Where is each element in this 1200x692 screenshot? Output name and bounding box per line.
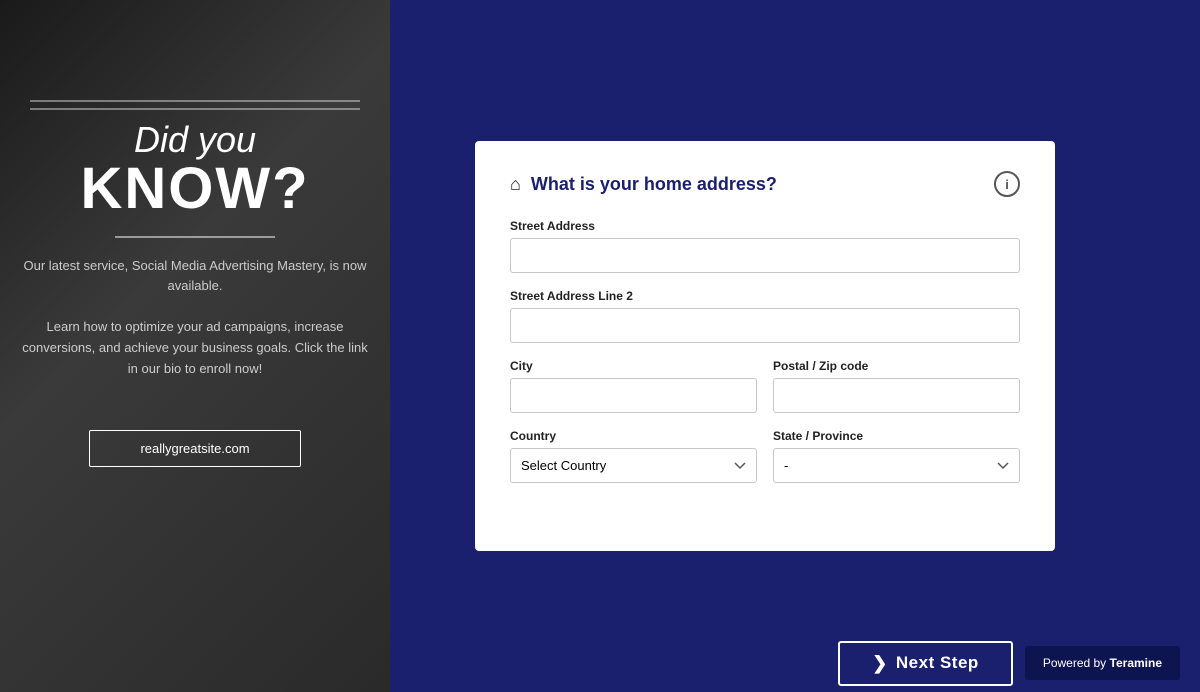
description-1: Our latest service, Social Media Adverti… <box>20 256 370 298</box>
country-label: Country <box>510 429 757 443</box>
right-panel: ⌂ What is your home address? i Street Ad… <box>390 0 1200 692</box>
city-field: City <box>510 359 757 413</box>
street-address-input[interactable] <box>510 238 1020 273</box>
street-address-line2-field: Street Address Line 2 <box>510 289 1020 343</box>
form-title-row: ⌂ What is your home address? <box>510 174 777 195</box>
decorative-lines <box>30 100 360 110</box>
left-panel: Did you KNOW? Our latest service, Social… <box>0 0 390 692</box>
country-select[interactable]: Select Country United States Canada Unit… <box>510 448 757 483</box>
form-header: ⌂ What is your home address? i <box>510 171 1020 197</box>
next-step-arrow-icon: ❯ <box>872 653 888 674</box>
country-field: Country Select Country United States Can… <box>510 429 757 483</box>
street-address-label: Street Address <box>510 219 1020 233</box>
street-address-line2-input[interactable] <box>510 308 1020 343</box>
description-2: Learn how to optimize your ad campaigns,… <box>20 317 370 379</box>
powered-by: Powered by Teramine <box>1025 646 1180 680</box>
city-label: City <box>510 359 757 373</box>
form-title: What is your home address? <box>531 174 777 195</box>
state-label: State / Province <box>773 429 1020 443</box>
country-state-row: Country Select Country United States Can… <box>510 429 1020 483</box>
postal-input[interactable] <box>773 378 1020 413</box>
know-text: KNOW? <box>20 160 370 218</box>
street-address-line2-label: Street Address Line 2 <box>510 289 1020 303</box>
powered-by-brand: Teramine <box>1110 656 1162 670</box>
postal-field: Postal / Zip code <box>773 359 1020 413</box>
street-address-field: Street Address <box>510 219 1020 273</box>
info-icon-label: i <box>1005 177 1009 192</box>
postal-label: Postal / Zip code <box>773 359 1020 373</box>
powered-by-prefix: Powered by <box>1043 656 1106 670</box>
info-icon[interactable]: i <box>994 171 1020 197</box>
city-input[interactable] <box>510 378 757 413</box>
website-button[interactable]: reallygreatsite.com <box>89 430 300 467</box>
home-icon: ⌂ <box>510 174 521 195</box>
bottom-bar: ❯ Next Step Powered by Teramine <box>390 634 1200 692</box>
divider <box>115 236 275 238</box>
form-card: ⌂ What is your home address? i Street Ad… <box>475 141 1055 551</box>
city-postal-row: City Postal / Zip code <box>510 359 1020 413</box>
state-field: State / Province - Alabama Alaska Arizon… <box>773 429 1020 483</box>
next-step-button[interactable]: ❯ Next Step <box>838 641 1013 686</box>
state-select[interactable]: - Alabama Alaska Arizona California Colo… <box>773 448 1020 483</box>
next-step-label: Next Step <box>896 653 979 673</box>
left-content: Did you KNOW? Our latest service, Social… <box>0 120 390 467</box>
did-you-text: Did you <box>20 120 370 160</box>
